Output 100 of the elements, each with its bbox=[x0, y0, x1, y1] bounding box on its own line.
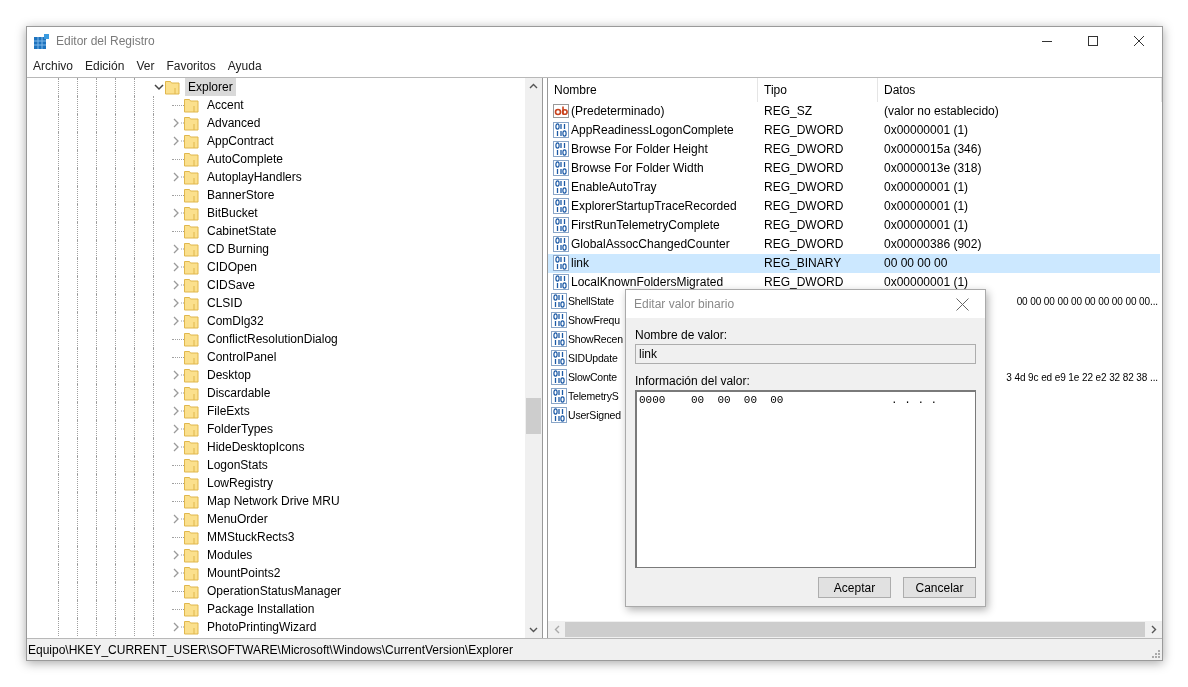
tree-item[interactable]: Discardable bbox=[204, 383, 274, 402]
tree-item[interactable]: LowRegistry bbox=[204, 473, 277, 492]
value-data: 0x00000001 (1) bbox=[884, 218, 969, 233]
binary-value-icon bbox=[551, 293, 567, 310]
tree-item[interactable]: Accent bbox=[204, 95, 247, 114]
tree-item[interactable]: LogonStats bbox=[204, 455, 271, 474]
tree-item[interactable]: AutoComplete bbox=[204, 149, 287, 168]
field-label: Información del valor: bbox=[635, 373, 751, 390]
tree-item[interactable]: Desktop bbox=[204, 365, 255, 384]
folder-icon bbox=[184, 474, 199, 491]
tree-item[interactable]: CD Burning bbox=[204, 239, 273, 258]
binary-value-icon bbox=[553, 179, 569, 196]
scroll-right-icon[interactable] bbox=[1150, 625, 1157, 635]
value-row[interactable]: (Predeterminado) REG_SZ (valor no establecido) bbox=[548, 101, 1160, 121]
hex-editor-field[interactable]: 0000 00 00 00 00 . . . . bbox=[635, 390, 976, 568]
value-name[interactable]: TelemetryS bbox=[568, 388, 619, 405]
tree-item[interactable]: ConflictResolutionDialog bbox=[204, 329, 341, 348]
tree-item[interactable]: ComDlg32 bbox=[204, 311, 267, 330]
binary-value-icon bbox=[553, 236, 569, 253]
tree-item[interactable]: CLSID bbox=[204, 293, 246, 312]
value-name[interactable]: SlowConte bbox=[568, 369, 617, 386]
value-type: REG_DWORD bbox=[763, 141, 845, 159]
folder-icon bbox=[184, 240, 199, 257]
folder-icon bbox=[184, 186, 199, 203]
menu-item[interactable]: Ayuda bbox=[221, 57, 268, 75]
maximize-icon bbox=[1088, 36, 1098, 46]
scroll-down-icon[interactable] bbox=[529, 626, 538, 633]
tree-item[interactable]: OperationStatusManager bbox=[204, 581, 345, 600]
value-type: REG_DWORD bbox=[763, 179, 845, 197]
column-header[interactable]: Nombre bbox=[548, 77, 758, 102]
tree-item[interactable]: BannerStore bbox=[204, 185, 278, 204]
close-icon bbox=[955, 297, 969, 311]
value-name-field[interactable]: link bbox=[635, 344, 976, 364]
tree-item[interactable]: HideDesktopIcons bbox=[204, 437, 308, 456]
folder-icon bbox=[184, 600, 199, 617]
value-row[interactable]: FirstRunTelemetryComplete REG_DWORD 0x00000001 (1) bbox=[548, 215, 1160, 235]
value-row[interactable]: ExplorerStartupTraceRecorded REG_DWORD 0x00000001 (1) bbox=[548, 196, 1160, 216]
tree-item[interactable]: ControlPanel bbox=[204, 347, 280, 366]
value-name[interactable]: ShellState bbox=[568, 293, 614, 310]
tree-item[interactable]: MMStuckRects3 bbox=[204, 527, 298, 546]
resize-grip-icon[interactable] bbox=[1150, 648, 1160, 658]
value-type: REG_DWORD bbox=[763, 198, 845, 216]
value-name[interactable]: ShowFrequ bbox=[568, 312, 620, 329]
app-icon bbox=[34, 33, 49, 49]
tree-item[interactable]: BitBucket bbox=[204, 203, 261, 222]
hex-offset: 0000 bbox=[639, 393, 667, 408]
vertical-scrollbar[interactable] bbox=[525, 77, 542, 639]
folder-icon bbox=[184, 276, 199, 293]
chevron-down-icon[interactable] bbox=[153, 81, 165, 92]
value-type: REG_DWORD bbox=[763, 236, 845, 254]
scroll-up-icon[interactable] bbox=[529, 83, 538, 90]
tree-item[interactable]: MenuOrder bbox=[204, 509, 271, 528]
tree-item[interactable]: CabinetState bbox=[204, 221, 280, 240]
scroll-thumb[interactable] bbox=[565, 622, 1145, 638]
menu-item[interactable]: Ver bbox=[130, 57, 161, 75]
tree-item[interactable]: CIDOpen bbox=[204, 257, 261, 276]
tree-item[interactable]: PhotoPrintingWizard bbox=[204, 617, 320, 636]
tree-item[interactable]: FolderTypes bbox=[204, 419, 277, 438]
window-title: Editor del Registro bbox=[56, 33, 155, 50]
value-row[interactable]: LocalKnownFoldersMigrated REG_DWORD 0x00000001 (1) bbox=[548, 272, 1160, 292]
binary-value-icon bbox=[553, 217, 569, 234]
value-row[interactable]: AppReadinessLogonComplete REG_DWORD 0x00000001 (1) bbox=[548, 120, 1160, 140]
horizontal-scrollbar[interactable] bbox=[548, 621, 1162, 639]
dialog-button[interactable]: Aceptar bbox=[818, 577, 891, 598]
value-row[interactable]: Browse For Folder Height REG_DWORD 0x0000015a (346) bbox=[548, 139, 1160, 159]
hex-bytes: 00 00 00 00 bbox=[691, 393, 785, 408]
menu-item[interactable]: Edición bbox=[79, 57, 131, 75]
column-header[interactable]: Datos bbox=[878, 77, 1162, 102]
folder-icon bbox=[184, 402, 199, 419]
value-name[interactable]: ShowRecen bbox=[568, 331, 623, 348]
folder-icon bbox=[184, 348, 199, 365]
tree-item[interactable]: Modules bbox=[204, 545, 256, 564]
menu-item[interactable]: Archivo bbox=[27, 57, 79, 75]
scroll-thumb[interactable] bbox=[526, 397, 541, 434]
menu-item[interactable]: Favoritos bbox=[160, 57, 222, 75]
scroll-left-icon[interactable] bbox=[553, 625, 560, 635]
value-name: Browse For Folder Width bbox=[571, 160, 704, 178]
folder-icon bbox=[184, 618, 199, 635]
tree-item[interactable]: CIDSave bbox=[204, 275, 259, 294]
tree-item[interactable]: Advanced bbox=[204, 113, 264, 132]
tree-item[interactable]: AutoplayHandlers bbox=[204, 167, 305, 186]
value-name[interactable]: UserSigned bbox=[568, 407, 621, 424]
value-row[interactable]: Browse For Folder Width REG_DWORD 0x0000013e (318) bbox=[548, 158, 1160, 178]
value-name[interactable]: SIDUpdate bbox=[568, 350, 618, 367]
value-row[interactable]: link REG_BINARY 00 00 00 00 bbox=[548, 253, 1160, 273]
value-row[interactable]: GlobalAssocChangedCounter REG_DWORD 0x00000386 (902) bbox=[548, 234, 1160, 254]
tree-item[interactable]: MountPoints2 bbox=[204, 563, 284, 582]
tree-item[interactable]: Map Network Drive MRU bbox=[204, 491, 343, 510]
tree-item[interactable]: Explorer bbox=[185, 77, 236, 96]
tree-item[interactable]: Package Installation bbox=[204, 599, 318, 618]
value-type: REG_DWORD bbox=[763, 122, 845, 140]
tree-item[interactable]: AppContract bbox=[204, 131, 277, 150]
folder-icon bbox=[184, 150, 199, 167]
string-value-icon bbox=[553, 103, 569, 120]
tree-item[interactable]: FileExts bbox=[204, 401, 253, 420]
value-row[interactable]: EnableAutoTray REG_DWORD 0x00000001 (1) bbox=[548, 177, 1160, 197]
folder-icon bbox=[184, 204, 199, 221]
dialog-button[interactable]: Cancelar bbox=[903, 577, 976, 598]
binary-value-icon bbox=[553, 198, 569, 215]
column-header[interactable]: Tipo bbox=[758, 77, 878, 102]
